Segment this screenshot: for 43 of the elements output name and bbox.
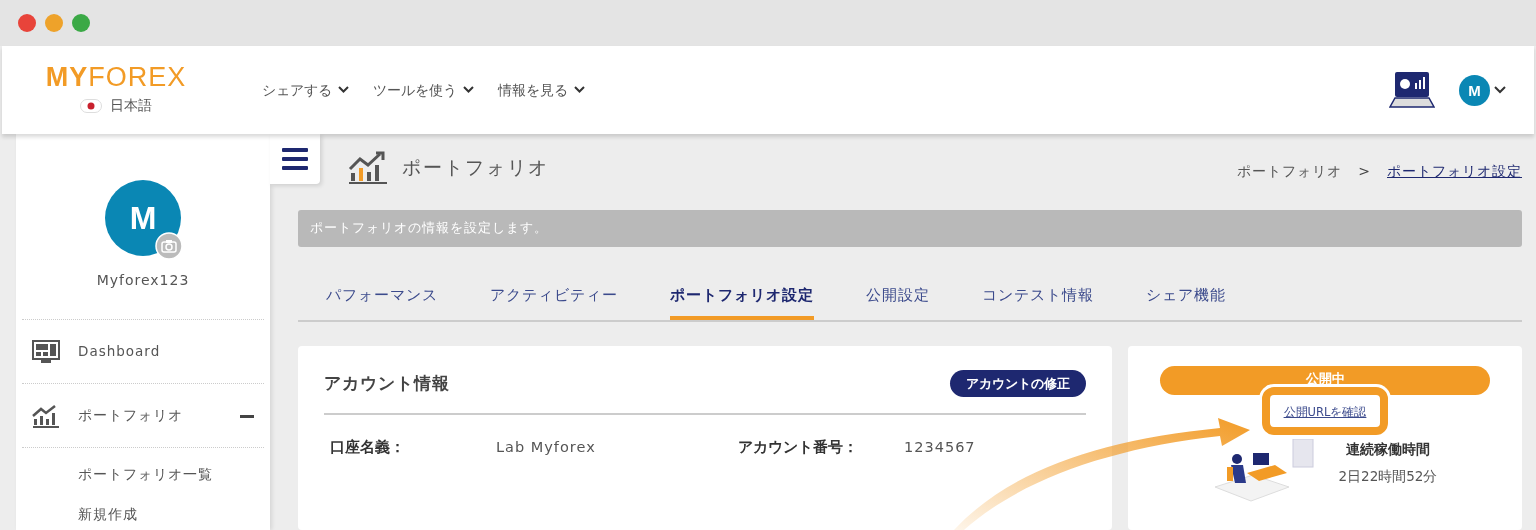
chevron-down-icon[interactable] xyxy=(1494,86,1506,94)
menu-dropdown[interactable]: ツールを使う xyxy=(373,79,474,101)
breadcrumb-item: ポートフォリオ xyxy=(1237,161,1343,181)
sidebar-item[interactable]: ポートフォリオ xyxy=(22,383,264,447)
monitor-chart-icon[interactable] xyxy=(1389,71,1435,109)
chevron-down-icon xyxy=(338,86,349,94)
tab[interactable]: コンテスト情報 xyxy=(982,272,1094,320)
card-title: アカウント情報 xyxy=(324,371,450,395)
user-avatar[interactable]: M xyxy=(105,180,181,256)
close-window-icon[interactable] xyxy=(18,14,36,32)
field-label: 口座名義： xyxy=(330,438,406,457)
public-url-link[interactable]: 公開URLを確認 xyxy=(1283,404,1367,419)
tab[interactable]: ポートフォリオ設定 xyxy=(670,272,814,320)
flag-icon xyxy=(80,98,102,113)
username: Myforex123 xyxy=(96,271,190,290)
menu-dropdown[interactable]: シェアする xyxy=(262,79,349,101)
field-value: Lab Myforex xyxy=(496,438,597,457)
menu-button[interactable] xyxy=(270,134,320,184)
sidebar-subitem[interactable]: 新規作成 xyxy=(22,504,264,525)
breadcrumb-separator: > xyxy=(1358,161,1371,181)
sidebar-item[interactable]: Dashboard xyxy=(22,319,264,383)
field-label: アカウント番号： xyxy=(738,438,859,457)
language-selector[interactable]: 日本語 xyxy=(110,95,152,116)
dashboard-icon xyxy=(32,339,60,364)
chart-icon xyxy=(348,150,388,184)
tab[interactable]: アクティビティー xyxy=(490,272,618,320)
uptime-label: 連続稼働時間 xyxy=(1345,439,1431,459)
user-avatar[interactable]: M xyxy=(1459,74,1490,106)
page-title: ポートフォリオ xyxy=(402,154,549,180)
menu-dropdown[interactable]: 情報を見る xyxy=(498,79,585,101)
camera-icon[interactable] xyxy=(155,232,183,260)
tab[interactable]: パフォーマンス xyxy=(326,272,438,320)
sidebar-subitem[interactable]: ポートフォリオ一覧 xyxy=(22,464,264,485)
chevron-down-icon xyxy=(463,86,474,94)
edit-account-button[interactable]: アカウントの修正 xyxy=(950,369,1086,397)
uptime-value: 2日22時間52分 xyxy=(1338,466,1438,486)
field-value: 1234567 xyxy=(904,438,976,457)
chart-icon xyxy=(32,403,60,428)
breadcrumb-link[interactable]: ポートフォリオ設定 xyxy=(1387,160,1522,182)
tab[interactable]: シェア機能 xyxy=(1146,272,1226,320)
menu-icon[interactable] xyxy=(282,148,308,170)
tab[interactable]: 公開設定 xyxy=(866,272,930,320)
chevron-down-icon xyxy=(574,86,585,94)
